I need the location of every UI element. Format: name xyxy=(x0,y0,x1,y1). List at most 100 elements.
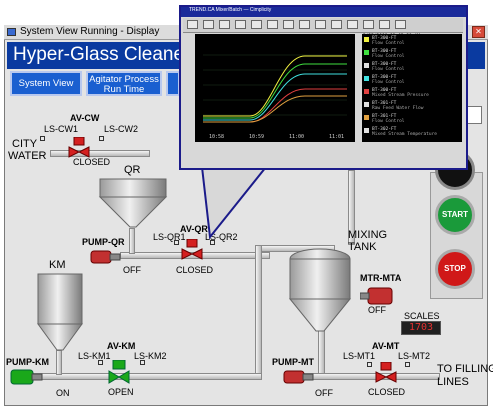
system-view-button[interactable]: System View xyxy=(10,71,82,96)
trend-toolbar-button[interactable] xyxy=(219,20,230,29)
mtr-mta-name: MTR-MTA xyxy=(360,273,402,283)
trend-toolbar-button[interactable] xyxy=(267,20,278,29)
stop-label: STOP xyxy=(444,264,466,273)
mixing-tank xyxy=(288,248,352,332)
trend-x-tick: 11:01 xyxy=(329,134,344,140)
trend-toolbar-button[interactable] xyxy=(347,20,358,29)
app-window-icon xyxy=(7,28,16,36)
av-km-valve-icon[interactable] xyxy=(108,360,130,384)
system-view-label: System View xyxy=(18,78,74,89)
trend-legend-desc: Raw Feed Water Flow xyxy=(372,106,424,111)
trend-toolbar-button[interactable] xyxy=(379,20,390,29)
mtr-mta-motor-icon[interactable] xyxy=(360,286,394,306)
ls-cw1-indicator xyxy=(40,136,45,141)
av-mt-status: CLOSED xyxy=(368,387,406,397)
av-qr-status: CLOSED xyxy=(176,265,214,275)
trend-title: TREND.CA Mixer/Batch — Cimplicity xyxy=(189,7,272,13)
pump-mt-status: OFF xyxy=(315,388,333,398)
trend-toolbar-button[interactable] xyxy=(331,20,342,29)
trend-x-tick: 10:58 xyxy=(209,134,224,140)
trend-toolbar-button[interactable] xyxy=(203,20,214,29)
av-cw-status: CLOSED xyxy=(73,157,111,167)
app-title: Hyper-Glass Cleaner xyxy=(13,44,191,65)
pump-qr-icon[interactable] xyxy=(90,248,122,266)
trend-legend-desc: Flow Control xyxy=(372,119,405,124)
ls-km2-label: LS-KM2 xyxy=(134,351,167,361)
scales-label: SCALES xyxy=(404,311,440,321)
av-cw-name: AV-CW xyxy=(70,113,100,123)
trend-legend-desc: Flow Control xyxy=(372,54,405,59)
agitator-label-line2: Run Time xyxy=(103,84,145,95)
trend-toolbar-button[interactable] xyxy=(235,20,246,29)
km-tank-leg xyxy=(56,350,62,375)
trend-legend-desc: Mixed Stream Pressure xyxy=(372,93,429,98)
trend-toolbar-button[interactable] xyxy=(251,20,262,29)
trend-legend-desc: Mixed Stream Temperature xyxy=(372,132,438,137)
city-water-label-2: WATER xyxy=(8,150,47,162)
trend-legend-swatch xyxy=(364,50,369,55)
trend-series-line xyxy=(203,73,347,121)
popup-callout xyxy=(200,166,269,240)
av-cw-valve-icon[interactable] xyxy=(68,137,90,159)
ls-cw1-label: LS-CW1 xyxy=(44,124,79,134)
mixing-tank-leg xyxy=(318,330,325,375)
feed-riser xyxy=(255,245,262,380)
trend-legend-desc: Flow Control xyxy=(372,41,405,46)
ls-km1-label: LS-KM1 xyxy=(78,351,111,361)
trend-chart: 10:58 10:59 11:00 11:01 xyxy=(195,34,355,142)
city-water-pipe xyxy=(50,150,150,157)
qr-tank xyxy=(98,178,168,228)
trend-legend-swatch xyxy=(364,76,369,81)
to-filling-label-1: TO FILLING xyxy=(437,363,493,375)
av-km-name: AV-KM xyxy=(107,341,136,351)
ls-mt2-label: LS-MT2 xyxy=(398,351,431,361)
filling-line-pipe xyxy=(300,373,440,380)
mixing-tank-label-2: TANK xyxy=(348,241,377,253)
av-mt-valve-icon[interactable] xyxy=(375,362,397,384)
trend-legend-swatch xyxy=(364,89,369,94)
trend-toolbar-button[interactable] xyxy=(315,20,326,29)
trend-toolbar-button[interactable] xyxy=(283,20,294,29)
pump-qr-name: PUMP-QR xyxy=(82,237,125,247)
trend-legend-swatch xyxy=(364,37,369,42)
ls-qr1-label: LS-QR1 xyxy=(153,232,186,242)
km-outlet-pipe xyxy=(30,373,262,380)
trend-legend-swatch xyxy=(364,128,369,133)
to-filling-label-2: LINES xyxy=(437,376,469,388)
trend-toolbar-button[interactable] xyxy=(299,20,310,29)
start-label: START xyxy=(441,210,469,219)
pump-qr-status: OFF xyxy=(123,265,141,275)
trend-legend-swatch xyxy=(364,102,369,107)
av-qr-valve-icon[interactable] xyxy=(181,239,203,261)
trend-legend-swatch xyxy=(364,63,369,68)
trend-toolbar-button[interactable] xyxy=(187,20,198,29)
city-water-label-1: CITY xyxy=(12,138,38,150)
pump-mt-icon[interactable] xyxy=(283,368,315,386)
trend-toolbar-button[interactable] xyxy=(363,20,374,29)
pump-km-status: ON xyxy=(56,388,70,398)
trend-x-tick: 10:59 xyxy=(249,134,264,140)
trend-toolbar xyxy=(183,18,463,33)
pump-km-icon[interactable] xyxy=(10,367,44,387)
trend-series-line xyxy=(203,88,347,123)
stop-button[interactable]: STOP xyxy=(435,249,475,289)
trend-legend-desc: Flow Control xyxy=(372,80,405,85)
mtr-mta-status: OFF xyxy=(368,305,386,315)
scales-readout: 1703 xyxy=(401,321,441,335)
qr-tank-label: QR xyxy=(124,164,141,176)
agitator-run-time-button[interactable]: Agitator Process Run Time xyxy=(86,71,162,96)
trend-legend-swatch xyxy=(364,115,369,120)
ls-mt1-label: LS-MT1 xyxy=(343,351,376,361)
pump-km-name: PUMP-KM xyxy=(6,357,49,367)
trend-legend-desc: Flow Control xyxy=(372,67,405,72)
nav-button-partial[interactable] xyxy=(166,71,180,96)
av-km-status: OPEN xyxy=(108,387,134,397)
start-button[interactable]: START xyxy=(435,195,475,235)
trend-toolbar-button[interactable] xyxy=(395,20,406,29)
ls-cw2-label: LS-CW2 xyxy=(104,124,139,134)
trend-x-tick: 11:00 xyxy=(289,134,304,140)
av-mt-name: AV-MT xyxy=(372,341,400,351)
pump-mt-name: PUMP-MT xyxy=(272,357,314,367)
window-close-button[interactable]: ✕ xyxy=(472,26,485,38)
ls-mt2-indicator xyxy=(405,362,410,367)
